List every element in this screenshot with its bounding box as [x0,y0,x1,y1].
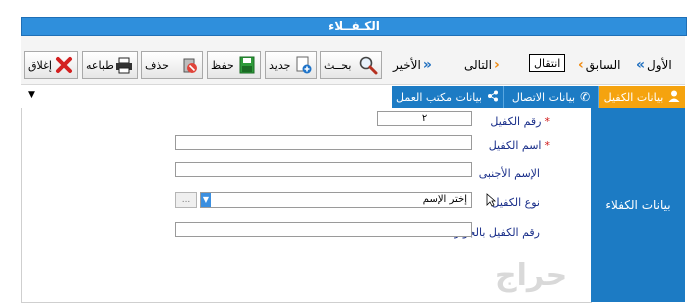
previous-record-link[interactable]: ‹ السابق [576,56,620,74]
tab-contact-data[interactable]: بيانات الاتصال ✆ [504,86,599,108]
search-button-label: بحــث [324,58,352,72]
tab-contact-label: بيانات الاتصال [511,90,576,104]
search-icon [358,55,378,75]
guarantor-no-label-row: رقم الكفيل * [490,115,550,128]
chevron-left-icon: ‹ [578,57,584,73]
search-button[interactable]: بحــث [320,51,382,79]
printer-icon [114,55,134,75]
new-button-label: جديد [269,58,291,72]
required-marker: * [544,115,551,128]
save-button[interactable]: حفظ [207,51,261,79]
guarantor-type-select[interactable]: ▼ إختر الإسم [200,192,472,208]
guarantor-type-selected: إختر الإسم [422,194,467,205]
guarantor-type-lookup-button[interactable]: ... [175,192,197,208]
foreign-name-label: الإسم الأجنبى [478,167,540,180]
print-button-label: طباعه [86,58,114,72]
window-title: الكـفــلاء [21,17,687,36]
guarantors-window: الكـفــلاء إغلاق طباعه حذف حفظ جديد بحــ… [0,0,700,305]
print-button[interactable]: طباعه [82,51,138,79]
foreign-name-input[interactable] [175,162,472,177]
goto-button[interactable]: انتقال [529,54,566,72]
share-icon [487,90,499,105]
tab-office-label: بيانات مكتب العمل [396,90,482,104]
close-button-label: إغلاق [28,58,52,72]
user-icon [668,90,680,105]
double-chevron-left-icon: « [636,57,646,73]
previous-record-label: السابق [585,58,621,72]
tab-guarantor-label: بيانات الكفيل [603,90,664,104]
guarantor-name-label-row: اسم الكفيل * [489,139,550,152]
side-panel-label: بيانات الكفلاء [605,198,671,212]
tab-office-data[interactable]: بيانات مكتب العمل [392,86,504,108]
close-icon [54,55,74,75]
first-record-label: الأول [647,58,672,72]
next-record-label: التالى [464,58,492,72]
guarantor-no-label: رقم الكفيل [490,115,542,128]
save-button-label: حفظ [211,58,234,72]
last-record-link[interactable]: الأخير » [393,56,434,74]
guarantor-type-label: نوع الكفيل [491,196,540,209]
watermark-logo: حراج [495,258,568,293]
delete-button[interactable]: حذف [141,51,203,79]
passport-no-input[interactable] [175,222,472,237]
delete-button-label: حذف [145,58,169,72]
guarantor-name-label: اسم الكفيل [488,139,542,152]
new-document-icon [293,55,313,75]
side-panel: بيانات الكفلاء [591,108,685,302]
new-button[interactable]: جديد [265,51,317,79]
chevron-right-icon: › [493,57,500,73]
toolbar: إغلاق طباعه حذف حفظ جديد بحــث الأخير » … [21,36,685,85]
chevron-down-icon[interactable]: ▼ [201,193,211,207]
required-marker: * [544,139,551,152]
double-chevron-right-icon: » [422,57,432,73]
guarantor-name-input[interactable] [175,135,472,150]
mouse-cursor-icon [486,193,497,210]
close-button[interactable]: إغلاق [24,51,78,79]
tab-guarantor-data[interactable]: بيانات الكفيل [599,86,685,108]
phone-icon: ✆ [580,90,591,104]
last-record-label: الأخير [393,58,421,72]
delete-icon [179,55,199,75]
save-icon [237,55,257,75]
tab-bar: بيانات مكتب العمل بيانات الاتصال ✆ بيانا… [21,86,685,108]
guarantor-no-input[interactable]: ٢ [377,111,472,126]
first-record-link[interactable]: « الأول [634,56,672,74]
next-record-link[interactable]: التالى › [464,56,502,74]
